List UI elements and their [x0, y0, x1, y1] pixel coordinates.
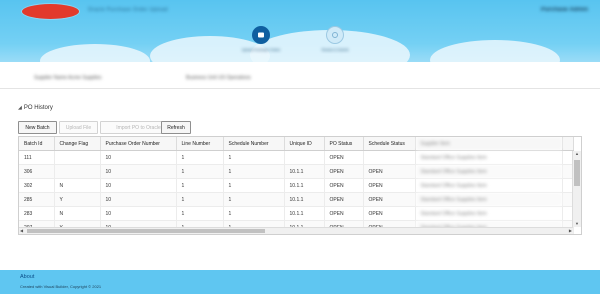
column-header[interactable]: PO Status [324, 137, 364, 151]
cell-unique-id: 10.1.1 [284, 192, 325, 207]
cell-batch-id: 283 [19, 206, 55, 221]
upload-file-button[interactable]: Upload File [59, 121, 98, 134]
cell-line-number: 1 [176, 206, 224, 221]
step-review[interactable]: Review & Submit [300, 26, 370, 52]
column-header[interactable]: Change Flag [54, 137, 101, 151]
cell-po-number: 10 [100, 150, 177, 165]
cell-schedule-status: OPEN [363, 164, 416, 179]
cell-supplier-item: Standard Office Supplies Item [415, 192, 563, 207]
cell-unique-id [284, 150, 325, 165]
column-header[interactable]: Line Number [176, 137, 224, 151]
new-batch-button[interactable]: New Batch [18, 121, 57, 134]
table-row[interactable]: 306 10 1 1 10.1.1 OPEN OPEN Standard Off… [19, 164, 574, 179]
cell-line-number: 1 [176, 192, 224, 207]
info-bar: Supplier Name Acme Supplies Business Uni… [0, 68, 600, 89]
cell-po-status: OPEN [324, 150, 364, 165]
cell-line-number: 1 [176, 164, 224, 179]
table-row[interactable]: 302 N 10 1 1 10.1.1 OPEN OPEN Standard O… [19, 178, 574, 193]
cell-batch-id: 306 [19, 164, 55, 179]
scroll-left-arrow-icon[interactable]: ◀ [20, 228, 23, 234]
step-label: Review & Submit [321, 48, 349, 52]
cell-schedule-status: OPEN [363, 178, 416, 193]
column-header[interactable]: Purchase Order Number [100, 137, 177, 151]
vertical-scrollbar[interactable]: ▲ ▼ [572, 151, 581, 227]
step-label: Upload Purchase Orders [241, 48, 281, 52]
cell-batch-id: 285 [19, 192, 55, 207]
cell-unique-id: 10.1.1 [284, 164, 325, 179]
cell-change-flag [54, 164, 101, 179]
vertical-scroll-thumb[interactable] [574, 160, 580, 186]
header-cloud [430, 40, 560, 62]
scroll-up-arrow-icon[interactable]: ▲ [575, 151, 579, 157]
cell-supplier-item: Standard Office Supplies Item [415, 150, 563, 165]
cell-change-flag: Y [54, 192, 101, 207]
horizontal-scrollbar[interactable]: ◀ ▶ [19, 227, 573, 234]
cell-supplier-item: Standard Office Supplies Item [415, 206, 563, 221]
po-history-toggle[interactable]: ◢ PO History [18, 105, 53, 111]
column-header[interactable] [562, 137, 574, 151]
cell-po-status: OPEN [324, 164, 364, 179]
about-link[interactable]: About [20, 274, 34, 280]
cell-supplier-item: Standard Office Supplies Item [415, 178, 563, 193]
cell-po-number: 10 [100, 206, 177, 221]
po-history-table: Batch Id Change Flag Purchase Order Numb… [18, 136, 582, 235]
refresh-button[interactable]: Refresh [161, 121, 191, 134]
cell-change-flag: N [54, 206, 101, 221]
cell-schedule-status [363, 150, 416, 165]
app-header: Oracle Purchase Order Upload Purchase Ad… [0, 0, 600, 62]
cell-po-number: 10 [100, 178, 177, 193]
cell-batch-id: 302 [19, 178, 55, 193]
table-header-row: Batch Id Change Flag Purchase Order Numb… [19, 137, 574, 151]
cell-schedule-number: 1 [223, 164, 285, 179]
column-header[interactable]: Supplier Item [415, 137, 563, 151]
po-grid: Batch Id Change Flag Purchase Order Numb… [19, 137, 574, 234]
cell-schedule-number: 1 [223, 192, 285, 207]
collapse-triangle-icon: ◢ [18, 105, 22, 111]
column-header[interactable]: Batch Id [19, 137, 55, 151]
info-field: Business Unit US Operations [186, 75, 251, 81]
cell-po-status: OPEN [324, 192, 364, 207]
table-row[interactable]: 285 Y 10 1 1 10.1.1 OPEN OPEN Standard O… [19, 192, 574, 207]
section-title: PO History [23, 105, 53, 111]
cell-schedule-number: 1 [223, 178, 285, 193]
company-logo[interactable] [22, 4, 79, 19]
app-title: Oracle Purchase Order Upload [88, 7, 168, 13]
scroll-right-arrow-icon[interactable]: ▶ [569, 228, 572, 234]
cell-change-flag: N [54, 178, 101, 193]
cell-po-number: 10 [100, 192, 177, 207]
cell-po-status: OPEN [324, 206, 364, 221]
user-menu[interactable]: Purchase Admin [541, 7, 588, 13]
app-footer: About Created with Visual Builder, Copyr… [0, 270, 600, 294]
step-inactive-icon [326, 26, 344, 44]
cell-line-number: 1 [176, 150, 224, 165]
cell-schedule-status: OPEN [363, 192, 416, 207]
cell-schedule-number: 1 [223, 150, 285, 165]
table-row[interactable]: 111 10 1 1 OPEN Standard Office Supplies… [19, 150, 574, 165]
cell-po-status: OPEN [324, 178, 364, 193]
copyright-text: Created with Visual Builder, Copyright ©… [20, 284, 102, 289]
cell-batch-id: 111 [19, 150, 55, 165]
header-cloud [40, 44, 150, 62]
scroll-down-arrow-icon[interactable]: ▼ [575, 221, 579, 227]
step-active-icon [252, 26, 270, 44]
column-header[interactable]: Unique ID [284, 137, 325, 151]
column-header[interactable]: Schedule Status [363, 137, 416, 151]
cell-supplier-item: Standard Office Supplies Item [415, 164, 563, 179]
cell-schedule-status: OPEN [363, 206, 416, 221]
column-header[interactable]: Schedule Number [223, 137, 285, 151]
step-upload[interactable]: Upload Purchase Orders [226, 26, 296, 52]
cell-change-flag [54, 150, 101, 165]
cell-line-number: 1 [176, 178, 224, 193]
cell-schedule-number: 1 [223, 206, 285, 221]
table-row[interactable]: 283 N 10 1 1 10.1.1 OPEN OPEN Standard O… [19, 206, 574, 221]
info-field: Supplier Name Acme Supplies [34, 75, 102, 81]
horizontal-scroll-thumb[interactable] [27, 229, 265, 233]
cell-unique-id: 10.1.1 [284, 178, 325, 193]
cell-po-number: 10 [100, 164, 177, 179]
cell-unique-id: 10.1.1 [284, 206, 325, 221]
